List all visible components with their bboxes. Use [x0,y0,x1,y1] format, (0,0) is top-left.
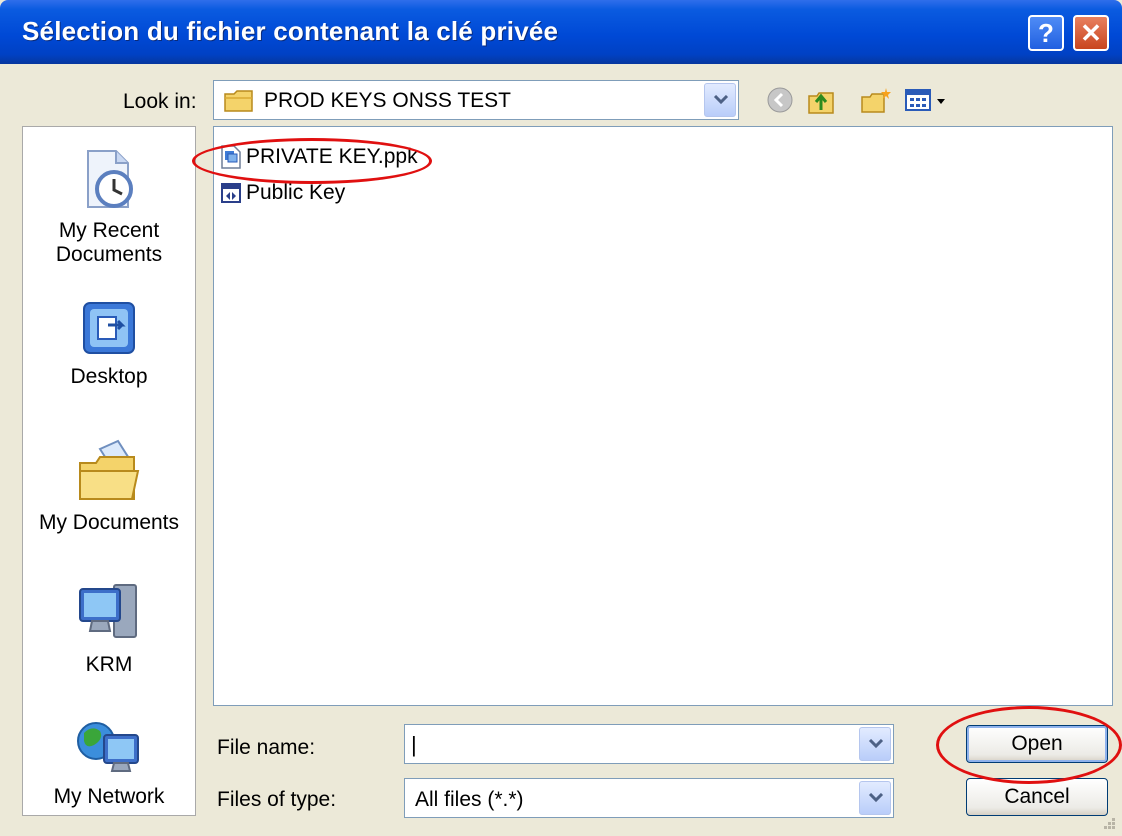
new-folder-icon[interactable] [860,86,892,116]
file-list[interactable]: PRIVATE KEY.ppk Public Key [213,126,1113,706]
back-icon[interactable] [766,86,794,114]
place-label: My Network [53,785,165,808]
place-label: Desktop [70,365,148,388]
close-button[interactable]: ✕ [1073,15,1109,51]
title-bar[interactable]: Sélection du fichier contenant la clé pr… [0,0,1122,64]
place-my-network[interactable]: My Network [23,715,195,809]
lookin-label: Look in: [123,90,197,113]
lookin-value: PROD KEYS ONSS TEST [264,89,512,112]
computer-icon [79,584,137,638]
network-icon [77,722,139,772]
desktop-icon [83,302,135,354]
place-my-recent-documents[interactable]: My Recent Documents [23,145,195,267]
filename-value: | [411,732,417,757]
lookin-select[interactable]: PROD KEYS ONSS TEST [213,80,739,120]
filename-dropdown-button[interactable] [859,727,891,761]
up-folder-icon[interactable] [806,86,836,116]
file-name: Public Key [246,181,346,204]
chevron-down-icon [868,793,884,803]
filename-input[interactable]: | [404,724,894,764]
place-label: KRM [85,653,133,676]
filename-label: File name: [217,736,316,759]
place-krm-computer[interactable]: KRM [23,579,195,677]
filetype-select[interactable]: All files (*.*) [404,778,894,818]
place-label: Documents [55,243,163,266]
lookin-dropdown-button[interactable] [704,83,736,117]
chevron-down-icon [868,739,884,749]
filetype-dropdown-button[interactable] [859,781,891,815]
highlight-ring-open [936,706,1122,784]
filetype-label: Files of type: [217,788,337,811]
dialog-title: Sélection du fichier contenant la clé pr… [22,16,559,46]
places-bar: My Recent Documents Desktop My Documents [22,126,196,816]
place-my-documents[interactable]: My Documents [23,437,195,535]
filetype-value: All files (*.*) [415,788,524,811]
folder-icon [224,90,253,112]
generic-file-icon [221,183,241,203]
place-desktop[interactable]: Desktop [23,295,195,389]
chevron-down-icon [713,95,729,105]
file-item-public-key[interactable]: Public Key [220,181,345,205]
help-button[interactable]: ? [1028,15,1064,51]
view-menu-icon[interactable] [904,86,950,114]
my-documents-icon [79,439,140,500]
file-open-dialog: Sélection du fichier contenant la clé pr… [0,0,1122,836]
place-label: My Recent [58,219,160,242]
recent-documents-icon [87,150,133,208]
resize-grip-icon[interactable] [1100,814,1118,832]
place-label: My Documents [38,511,180,534]
highlight-ring-private-key [192,138,432,184]
